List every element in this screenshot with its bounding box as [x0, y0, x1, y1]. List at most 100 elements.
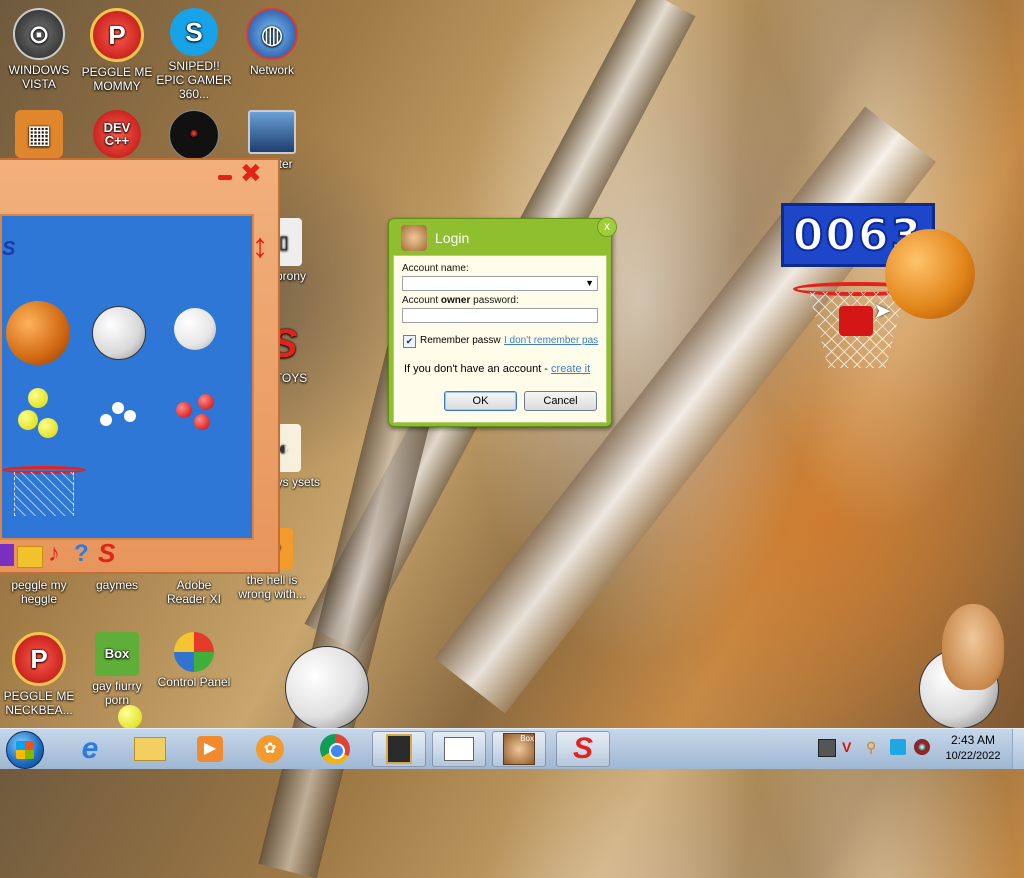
search-tray-icon[interactable]: ⚲: [866, 739, 882, 755]
start-orb[interactable]: [6, 731, 44, 769]
music-note-icon[interactable]: ♪: [48, 540, 60, 568]
network-icon: ◍: [246, 8, 298, 60]
hamster-character[interactable]: [942, 604, 1004, 690]
internet-explorer-icon: e: [81, 732, 99, 765]
ping-pong-balls-toy[interactable]: [112, 402, 124, 414]
desktop-icon-label: WINDOWS VISTA: [8, 63, 70, 91]
remember-password-checkbox[interactable]: ✔: [403, 335, 416, 348]
show-desktop-button[interactable]: [1012, 729, 1024, 769]
help-icon[interactable]: ?: [74, 540, 89, 568]
dark-app-icon: ✺: [169, 110, 219, 160]
desktop-icon-windows-vista[interactable]: ⊙ WINDOWS VISTA: [1, 8, 77, 91]
soccer-ball[interactable]: [285, 646, 369, 730]
taskbar-file-explorer[interactable]: [123, 731, 177, 767]
peggle-icon: P: [90, 8, 144, 62]
login-title: Login: [435, 230, 470, 246]
ping-pong-ball: [124, 410, 136, 422]
display-tray-icon[interactable]: [890, 739, 906, 755]
soccer-ball-toy[interactable]: [92, 306, 146, 360]
desktop-icon-label: Adobe Reader XI: [166, 578, 222, 606]
password-field[interactable]: [402, 308, 598, 323]
tennis-ball[interactable]: [118, 705, 142, 729]
create-account-link[interactable]: create it: [551, 363, 590, 375]
desktop-icon-label: PEGGLE ME MOMMY: [81, 65, 153, 93]
basketball-hoop-toy[interactable]: [2, 466, 86, 522]
desktop-icon-gaymes[interactable]: gaymes: [79, 578, 155, 592]
red-balls-toy[interactable]: [176, 402, 192, 418]
taskbar-box-app[interactable]: Box: [492, 731, 546, 767]
desktop-icon-gay-fiurry[interactable]: Box gay fiurry porn: [79, 632, 155, 707]
no-account-text: If you don't have an account -: [404, 363, 552, 375]
cancel-button[interactable]: Cancel: [524, 391, 597, 411]
orange-app-icon: ▦: [15, 110, 63, 158]
desktop-icon-label: Network: [249, 63, 294, 77]
taskbar-internet-explorer[interactable]: e: [63, 731, 117, 767]
desktop-icon-orange-app[interactable]: ▦: [1, 110, 77, 161]
desktop-icon-label: gay fiurry porn: [92, 679, 142, 707]
desktop-icon-adobe-reader[interactable]: Adobe Reader XI: [156, 578, 232, 606]
tennis-balls-toy[interactable]: [28, 388, 48, 408]
desktop-icon-label: SNIPED!! EPIC GAMER 360...: [156, 59, 232, 101]
baseball-toy[interactable]: [174, 308, 216, 350]
minimize-button[interactable]: [218, 175, 232, 180]
desktop-icon-dev-cpp[interactable]: DEV C++: [79, 110, 155, 161]
tray-app-icon[interactable]: [818, 739, 836, 757]
toolbar-yellow-tool[interactable]: [17, 546, 43, 568]
account-name-field[interactable]: ▼: [402, 276, 598, 291]
tennis-ball: [18, 410, 38, 430]
taskbar-toybox-window[interactable]: [372, 731, 426, 767]
box-icon: Box: [95, 632, 139, 676]
forgot-password-link[interactable]: I don't remember pas: [504, 335, 600, 346]
record-tray-icon[interactable]: [914, 739, 930, 755]
control-panel-icon: [174, 632, 214, 672]
desktop-icon-label: the hell is wrong with...: [238, 573, 306, 601]
ok-button[interactable]: OK: [444, 391, 517, 411]
desktop-icon-network[interactable]: ◍ Network: [234, 8, 310, 77]
clock-date: 10/22/2022: [945, 750, 1001, 762]
toybox-window-icon: [386, 734, 412, 764]
ping-pong-ball: [100, 414, 112, 426]
computer-icon: [248, 110, 296, 154]
dropdown-arrow-icon[interactable]: ▼: [585, 278, 594, 288]
windows-vista-icon: ⊙: [13, 8, 65, 60]
toolbar-purple-tool[interactable]: [0, 544, 14, 566]
basketball[interactable]: [885, 229, 975, 319]
control-window-icon: [444, 737, 474, 761]
create-account-line: If you don't have an account - create it: [404, 363, 590, 375]
mouse-cursor-icon: ➤: [873, 298, 892, 323]
toybox-logo-fragment: S: [2, 238, 16, 260]
clock-time: 2:43 AM: [950, 733, 996, 747]
chrome-icon: [320, 734, 350, 764]
taskbar-control-window[interactable]: [432, 731, 486, 767]
taskbar-toys-app[interactable]: S: [556, 731, 610, 767]
login-dialog[interactable]: Login x Account name: ▼ Account owner pa…: [388, 217, 617, 427]
antivirus-icon[interactable]: V: [842, 739, 858, 755]
desktop-icon-label: Control Panel: [157, 675, 231, 689]
taskbar-chrome[interactable]: [308, 731, 362, 767]
close-button[interactable]: ✖: [240, 160, 262, 186]
taskbar-ubar[interactable]: ✿: [243, 731, 297, 767]
desktop-icon-label: gaymes: [95, 578, 139, 592]
desktop-icon-dark-app[interactable]: ✺: [156, 110, 232, 163]
desktop-icon-control-panel[interactable]: Control Panel: [156, 632, 232, 689]
desktop-icon-peggle-me-neckbea[interactable]: P PEGGLE ME NECKBEA...: [1, 632, 77, 717]
desktop-icon-label: peggle my heggle: [11, 578, 67, 606]
red-ball: [194, 414, 210, 430]
login-close-button[interactable]: x: [597, 217, 617, 237]
desktop-icon-peggle-my-heggle[interactable]: peggle my heggle: [1, 578, 77, 606]
box-app-icon: Box: [503, 733, 535, 765]
peggle-icon: P: [12, 632, 66, 686]
red-ball: [198, 394, 214, 410]
folder-icon: [134, 737, 166, 761]
taskbar-media-player[interactable]: ▶: [183, 731, 237, 767]
desktop-icon-sniped[interactable]: S SNIPED!! EPIC GAMER 360...: [156, 8, 232, 101]
ubar-icon: ✿: [256, 735, 284, 763]
toybox-window[interactable]: ✖ S ↕ ♪ ? S: [0, 158, 280, 574]
account-password-label: Account owner password:: [402, 295, 519, 306]
dev-cpp-icon: DEV C++: [93, 110, 141, 158]
clock[interactable]: 2:43 AM 10/22/2022: [940, 733, 1006, 762]
desktop-icon-peggle-me-mommy[interactable]: P PEGGLE ME MOMMY: [79, 8, 155, 93]
basketball-toy[interactable]: [6, 301, 70, 365]
scroll-arrows-icon[interactable]: ↕: [250, 220, 270, 272]
toys-logo-icon[interactable]: S: [98, 538, 115, 569]
